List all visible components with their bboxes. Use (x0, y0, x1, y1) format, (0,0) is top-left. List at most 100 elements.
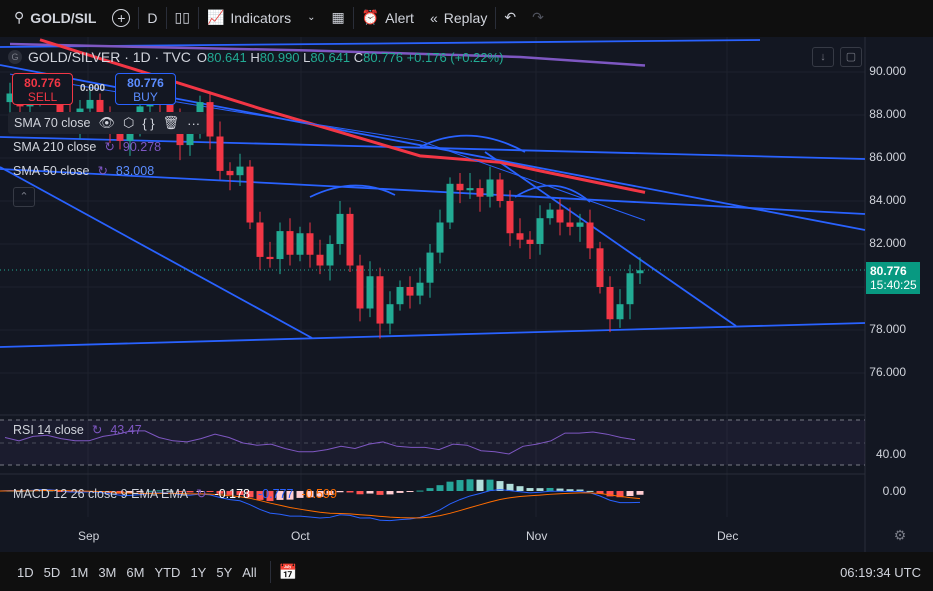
chart-area[interactable]: G GOLD/SILVER · 1D · TVC O80.641 H80.990… (0, 37, 933, 552)
time-axis-label: Sep (78, 529, 100, 543)
candle (206, 102, 214, 137)
indicators-dropdown[interactable]: ⌄ (299, 0, 323, 35)
macd-histogram-bar (516, 486, 524, 491)
macd-histogram-bar (346, 491, 354, 493)
macd-histogram-bar (416, 490, 424, 492)
layouts-button[interactable]: ▦ (323, 0, 352, 35)
bottom-toolbar: 1D 5D 1M 3M 6M YTD 1Y 5Y All 📅 06:19:34 UTC (0, 553, 933, 591)
macd-histogram-bar (556, 488, 564, 491)
candle (406, 287, 414, 296)
eye-icon[interactable]: 👁 (98, 115, 115, 131)
divider (269, 561, 271, 583)
price-axis-label: 88.000 (869, 107, 906, 121)
indicator-sma210[interactable]: SMA 210 close ↻ 90.278 (13, 139, 161, 155)
candle (566, 222, 574, 227)
macd-histogram-bar (626, 491, 634, 496)
time-axis-label: Nov (526, 529, 548, 543)
alert-button[interactable]: ⏰ Alert (354, 0, 422, 35)
undo-button[interactable]: ↶ (496, 0, 524, 35)
range-button-5y[interactable]: 5Y (211, 565, 237, 580)
candle (476, 188, 484, 197)
symbol-search-button[interactable]: ⚲ GOLD/SIL (6, 0, 104, 35)
maximize-icon: ▢ (845, 51, 857, 63)
price-axis-label: 86.000 (869, 150, 906, 164)
price-axis-label: 82.000 (869, 236, 906, 250)
macd-histogram-bar (526, 488, 534, 491)
range-button-5d[interactable]: 5D (39, 565, 66, 580)
candle (416, 282, 424, 296)
replay-button[interactable]: «Replay (422, 0, 495, 35)
macd-histogram-bar (536, 488, 544, 491)
trend-line[interactable] (0, 166, 313, 339)
candle (496, 179, 504, 201)
candle (386, 304, 394, 324)
clock-time[interactable]: 06:19:34 UTC (840, 565, 921, 580)
search-icon: ⚲ (14, 9, 25, 25)
candle (296, 233, 304, 255)
grid-icon: ▦ (331, 9, 345, 25)
macd-histogram-bar (356, 491, 364, 495)
macd-legend[interactable]: MACD 12 26 close 9 EMA EMA ↻ -0.178 -0.7… (13, 486, 337, 502)
plus-circle-icon: + (112, 8, 131, 27)
candle (456, 183, 464, 191)
macd-histogram-bar (566, 489, 574, 491)
range-button-1m[interactable]: 1M (65, 565, 93, 580)
candle (326, 244, 334, 266)
scroll-down-button[interactable]: ↓ (812, 47, 834, 67)
fullscreen-button[interactable]: ▢ (840, 47, 862, 67)
candle (516, 233, 524, 240)
buy-button[interactable]: 80.776 BUY (115, 73, 176, 105)
macd-histogram-bar (486, 479, 494, 491)
compare-button[interactable]: + (104, 0, 138, 35)
settings-icon[interactable]: ⬡ (123, 115, 134, 131)
candle (286, 231, 294, 255)
undo-icon: ↶ (504, 9, 517, 25)
candle (236, 166, 244, 176)
rsi-legend[interactable]: RSI 14 close ↻ 43.47 (13, 422, 142, 438)
gear-icon: ⚙ (893, 527, 907, 543)
symbol-logo: G (8, 50, 22, 64)
candle (86, 99, 94, 109)
redo-button[interactable]: ↷ (524, 0, 552, 35)
calendar-icon[interactable]: 📅 (279, 563, 298, 581)
source-code-icon[interactable]: { } (142, 116, 154, 131)
trend-line[interactable] (0, 322, 866, 348)
more-icon[interactable]: ··· (187, 116, 200, 131)
macd-histogram-bar (446, 481, 454, 491)
macd-histogram-bar (636, 491, 644, 495)
candle (316, 254, 324, 266)
last-price-tag: 80.776 15:40:25 (866, 262, 920, 294)
indicator-sma70[interactable]: SMA 70 close 👁 ⬡ { } 🗑 ··· (8, 112, 207, 134)
chart-type-button[interactable]: ▯▯ (167, 0, 198, 35)
range-button-1d[interactable]: 1D (12, 565, 39, 580)
candle (366, 276, 374, 309)
macd-histogram-bar (456, 480, 464, 491)
rsi-axis-label: 40.00 (875, 447, 906, 461)
range-button-6m[interactable]: 6M (121, 565, 149, 580)
trash-icon[interactable]: 🗑 (163, 115, 180, 131)
symbol-legend: G GOLD/SILVER · 1D · TVC O80.641 H80.990… (8, 49, 503, 65)
indicators-button[interactable]: 📈 Indicators (199, 0, 299, 35)
indicator-sma50[interactable]: SMA 50 close ↻ 83.008 (13, 163, 154, 179)
candle (356, 265, 364, 309)
candle (266, 256, 274, 260)
symbol-title[interactable]: GOLD/SILVER · 1D · TVC (28, 49, 191, 65)
macd-histogram-bar (426, 488, 434, 491)
loading-icon: ↻ (104, 140, 115, 154)
sell-button[interactable]: 80.776 SELL (12, 73, 73, 105)
collapse-legend-button[interactable]: ⌃ (13, 187, 35, 207)
macd-histogram-bar (586, 490, 594, 492)
settings-gear-button[interactable]: ⚙ (889, 526, 911, 546)
macd-histogram-bar (476, 479, 484, 491)
top-toolbar: ⚲ GOLD/SIL + D ▯▯ 📈 Indicators ⌄ ▦ ⏰ Alert … (0, 0, 933, 35)
candle (436, 222, 444, 253)
candle (636, 270, 644, 274)
candle (586, 222, 594, 249)
range-button-all[interactable]: All (237, 565, 261, 580)
range-button-ytd[interactable]: YTD (149, 565, 185, 580)
interval-button[interactable]: D (139, 0, 165, 35)
range-button-1y[interactable]: 1Y (185, 565, 211, 580)
ohlc-values: O80.641 H80.990 L80.641 C80.776 +0.176 (… (196, 49, 504, 65)
range-button-3m[interactable]: 3M (93, 565, 121, 580)
candle (426, 252, 434, 283)
